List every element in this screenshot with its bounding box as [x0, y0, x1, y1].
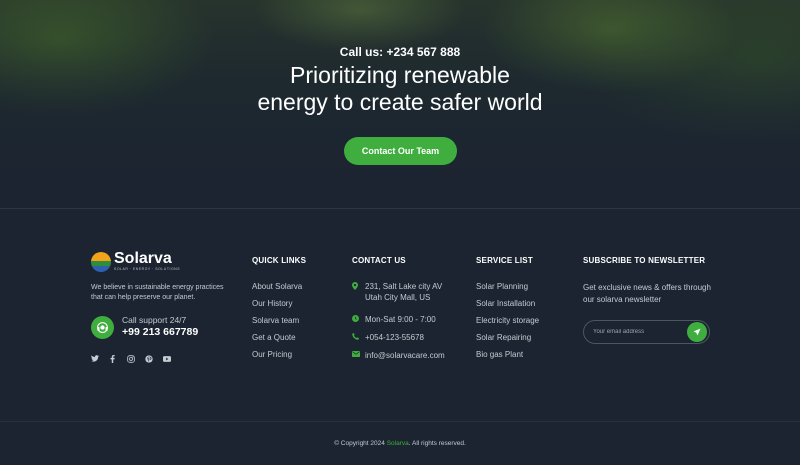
send-icon — [693, 328, 701, 336]
section-divider — [0, 208, 800, 209]
headline-line-2: energy to create safer world — [257, 89, 543, 115]
footer-divider — [0, 421, 800, 422]
contact-email[interactable]: info@solarvacare.com — [352, 350, 445, 368]
call-us-text: Call us: +234 567 888 — [339, 45, 461, 59]
service-electricity-storage[interactable]: Electricity storage — [476, 316, 539, 333]
service-list-column: SERVICE LIST Solar Planning Solar Instal… — [476, 256, 539, 367]
brand-about-text: We believe in sustainable energy practic… — [91, 284, 224, 301]
instagram-icon[interactable] — [126, 354, 135, 363]
headline-line-1: Prioritizing renewable — [290, 62, 510, 88]
youtube-icon[interactable] — [162, 354, 171, 363]
service-solar-planning[interactable]: Solar Planning — [476, 282, 539, 299]
envelope-icon — [352, 350, 365, 357]
map-pin-icon — [352, 281, 365, 290]
newsletter-column: SUBSCRIBE TO NEWSLETTER Get exclusive ne… — [583, 256, 713, 305]
social-links — [90, 354, 171, 363]
copyright-text: © Copyright 2024 Solarva. All rights res… — [0, 440, 800, 447]
copyright-brand-link[interactable]: Solarva — [387, 440, 409, 447]
quick-links-column: QUICK LINKS About Solarva Our History So… — [252, 256, 306, 367]
phone-icon — [352, 332, 365, 340]
newsletter-form — [583, 320, 710, 344]
newsletter-title: SUBSCRIBE TO NEWSLETTER — [583, 256, 706, 265]
hero-section: Call us: +234 567 888 Prioritizing renew… — [0, 0, 800, 208]
contact-title: CONTACT US — [352, 256, 406, 265]
contact-hours: Mon-Sat 9:00 - 7:00 — [352, 314, 445, 332]
contact-team-button[interactable]: Contact Our Team — [344, 137, 457, 165]
address-line-1: 231, Salt Lake city AV — [365, 282, 443, 291]
newsletter-text: Get exclusive news & offers through our … — [583, 283, 711, 304]
service-bio-gas-plant[interactable]: Bio gas Plant — [476, 350, 539, 367]
quick-link-pricing[interactable]: Our Pricing — [252, 350, 306, 367]
quick-link-history[interactable]: Our History — [252, 299, 306, 316]
service-solar-repairing[interactable]: Solar Repairing — [476, 333, 539, 350]
contact-address: 231, Salt Lake city AV Utah City Mall, U… — [352, 281, 445, 314]
contact-phone[interactable]: +054-123-55678 — [352, 332, 445, 350]
phone-text: +054-123-55678 — [365, 333, 424, 342]
support-phone[interactable]: +99 213 667789 — [122, 326, 198, 339]
facebook-icon[interactable] — [108, 354, 117, 363]
twitter-icon[interactable] — [90, 354, 99, 363]
contact-column: CONTACT US 231, Salt Lake city AV Utah C… — [352, 256, 445, 368]
service-list-title: SERVICE LIST — [476, 256, 533, 265]
copyright-suffix: . All rights reserved. — [408, 440, 466, 447]
pinterest-icon[interactable] — [144, 354, 153, 363]
quick-link-quote[interactable]: Get a Quote — [252, 333, 306, 350]
support-block: Call support 24/7 +99 213 667789 — [91, 315, 198, 339]
copyright-prefix: © Copyright 2024 — [334, 440, 385, 447]
solarva-logo-icon — [91, 251, 111, 272]
subscribe-button[interactable] — [687, 322, 707, 342]
hero-headline: Prioritizing renewable energy to create … — [0, 62, 800, 116]
clock-icon — [352, 314, 365, 322]
brand-name: Solarva — [114, 250, 172, 267]
email-input[interactable] — [584, 329, 684, 335]
brand-logo[interactable]: Solarva SOLAR · ENERGY · SOLUTIONS — [91, 251, 180, 272]
quick-link-team[interactable]: Solarva team — [252, 316, 306, 333]
address-line-2: Utah City Mall, US — [365, 293, 431, 302]
service-solar-installation[interactable]: Solar Installation — [476, 299, 539, 316]
brand-tagline: SOLAR · ENERGY · SOLUTIONS — [114, 267, 181, 271]
email-text: info@solarvacare.com — [365, 351, 445, 360]
support-label: Call support 24/7 — [122, 315, 187, 325]
quick-links-title: QUICK LINKS — [252, 256, 307, 265]
quick-link-about[interactable]: About Solarva — [252, 282, 306, 299]
headset-icon — [91, 315, 114, 339]
hours-text: Mon-Sat 9:00 - 7:00 — [365, 315, 436, 324]
